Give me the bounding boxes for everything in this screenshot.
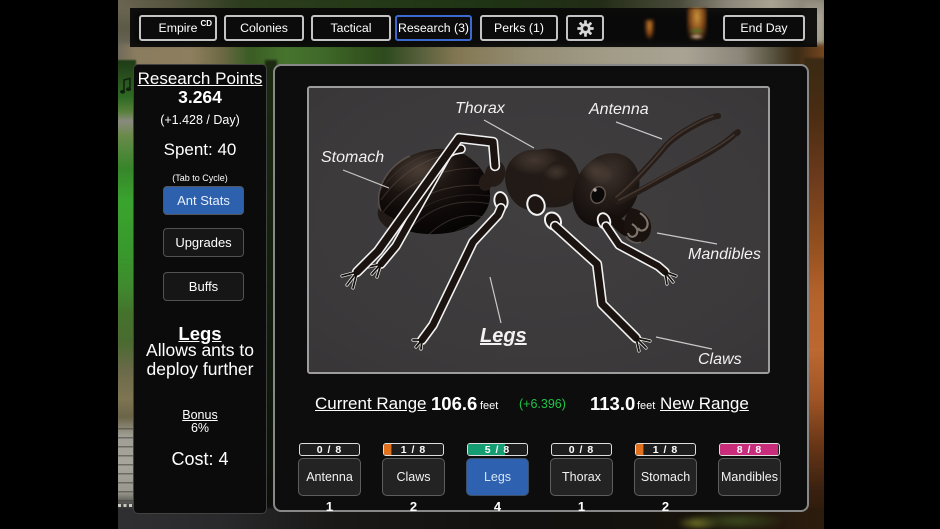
svg-text:Antenna: Antenna bbox=[588, 101, 649, 118]
svg-text:Mandibles: Mandibles bbox=[688, 246, 761, 263]
svg-text:Stomach: Stomach bbox=[321, 149, 384, 166]
svg-text:Thorax: Thorax bbox=[455, 100, 506, 117]
svg-text:Claws: Claws bbox=[698, 351, 742, 368]
svg-text:Legs: Legs bbox=[480, 325, 527, 347]
